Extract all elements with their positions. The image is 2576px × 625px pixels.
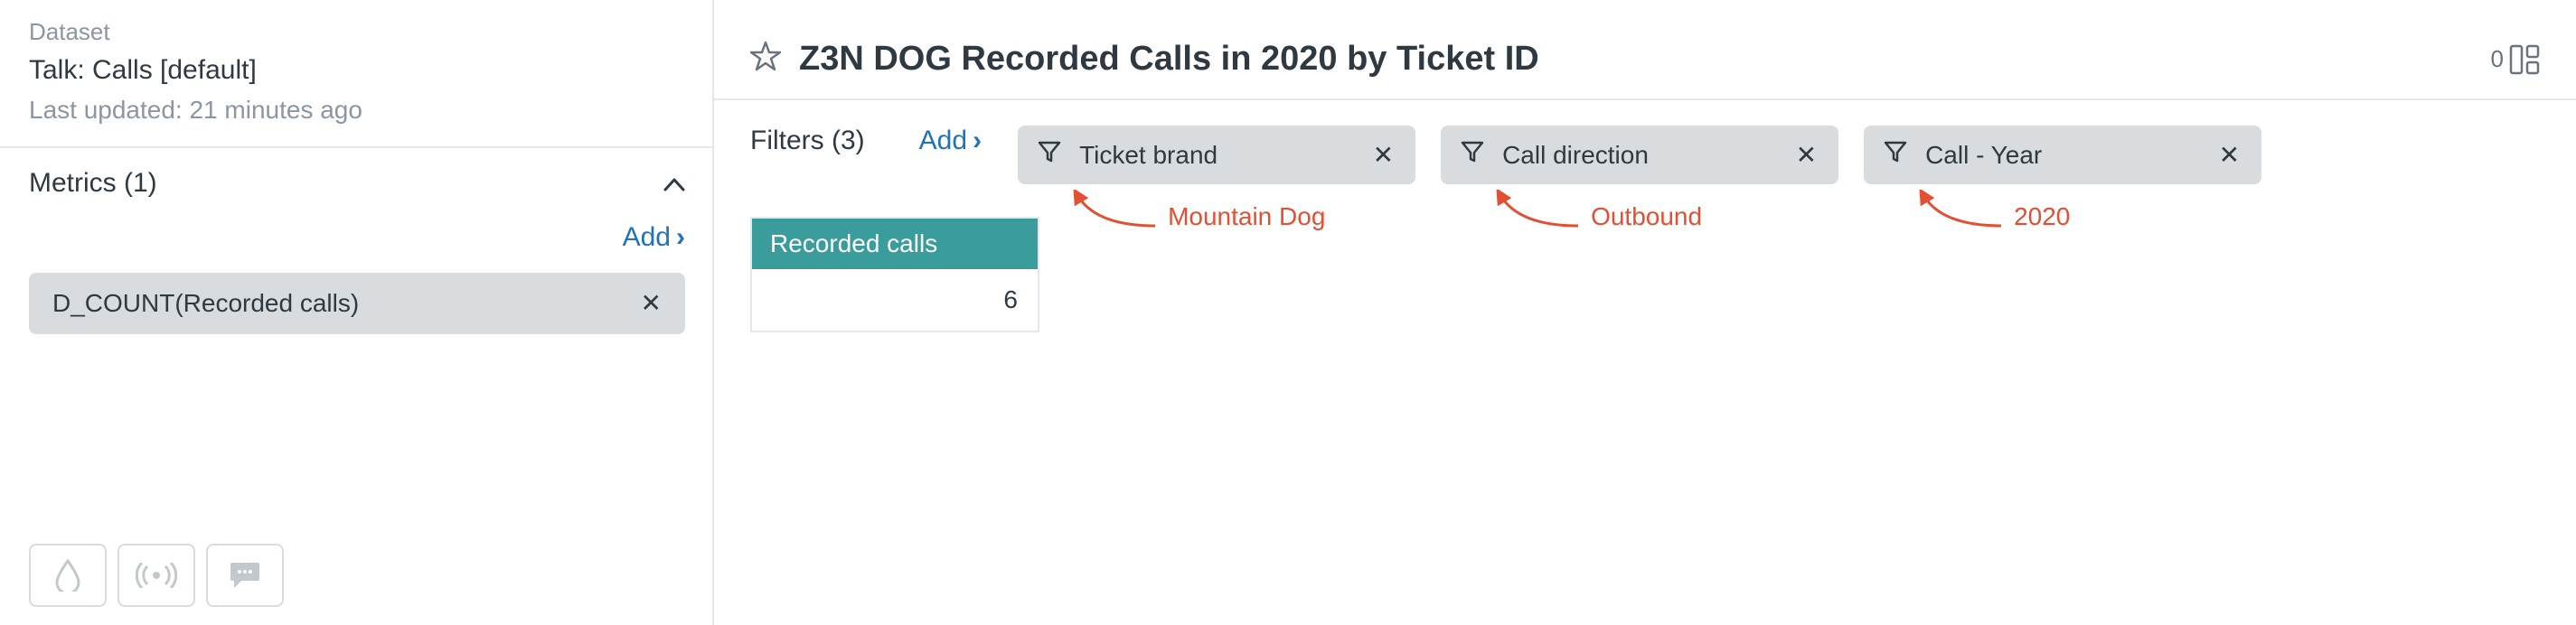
title-row: Z3N DOG Recorded Calls in 2020 by Ticket… (714, 0, 2576, 100)
remove-filter-button[interactable]: ✕ (1373, 143, 1394, 168)
comment-icon-button[interactable] (206, 544, 284, 607)
result-header: Recorded calls (752, 219, 1038, 269)
remove-metric-button[interactable]: ✕ (641, 291, 662, 316)
metrics-header: Metrics (1) (29, 168, 685, 199)
filter-chip-label: Call direction (1502, 141, 1778, 170)
broadcast-icon-button[interactable] (118, 544, 195, 607)
result-table: Recorded calls 6 (750, 217, 1039, 332)
add-metric-button[interactable]: Add › (623, 222, 685, 253)
result-value: 6 (752, 269, 1038, 331)
funnel-icon (1884, 140, 1907, 170)
sidebar-footer (29, 544, 685, 607)
filters-title: Filters (3) (750, 126, 865, 156)
chevron-up-icon[interactable] (663, 168, 685, 199)
main: Z3N DOG Recorded Calls in 2020 by Ticket… (714, 0, 2576, 625)
star-icon[interactable] (750, 41, 781, 78)
metric-chip[interactable]: D_COUNT(Recorded calls) ✕ (29, 273, 685, 334)
page-title: Z3N DOG Recorded Calls in 2020 by Ticket… (799, 40, 2491, 79)
metrics-title: Metrics (1) (29, 168, 157, 199)
view-switch-value: 0 (2491, 45, 2504, 73)
remove-filter-button[interactable]: ✕ (1796, 143, 1817, 168)
funnel-icon (1461, 140, 1484, 170)
layout-icon (2509, 44, 2540, 75)
dataset-updated: Last updated: 21 minutes ago (29, 94, 685, 126)
annotation-text: Mountain Dog (1168, 202, 1325, 231)
filters-row: Filters (3) Add › Ticket brand ✕ (714, 100, 2576, 184)
add-filter-label: Add (919, 126, 967, 156)
filter-chip-label: Call - Year (1925, 141, 2201, 170)
annotation-text: Outbound (1591, 202, 1702, 231)
drop-icon-button[interactable] (29, 544, 107, 607)
filter-chip-label: Ticket brand (1079, 141, 1355, 170)
add-metric-label: Add (623, 222, 671, 253)
filter-chip-ticket-brand[interactable]: Ticket brand ✕ Mountain Dog (1018, 126, 1415, 184)
divider (0, 146, 712, 148)
annotation-call-year: 2020 (1914, 190, 2070, 231)
annotation-ticket-brand: Mountain Dog (1068, 190, 1325, 231)
annotation-call-direction: Outbound (1491, 190, 1702, 231)
view-switch[interactable]: 0 (2491, 44, 2540, 75)
filter-chip-call-year[interactable]: Call - Year ✕ 2020 (1864, 126, 2261, 184)
annotation-text: 2020 (2014, 202, 2070, 231)
sidebar: Dataset Talk: Calls [default] Last updat… (0, 0, 714, 625)
add-filter-button[interactable]: Add › (919, 126, 982, 156)
dataset-name: Talk: Calls [default] (29, 52, 685, 89)
funnel-icon (1038, 140, 1061, 170)
remove-filter-button[interactable]: ✕ (2219, 143, 2240, 168)
dataset-label: Dataset (29, 16, 685, 47)
filter-chip-call-direction[interactable]: Call direction ✕ Outbound (1441, 126, 1838, 184)
metric-chip-label: D_COUNT(Recorded calls) (52, 289, 359, 318)
